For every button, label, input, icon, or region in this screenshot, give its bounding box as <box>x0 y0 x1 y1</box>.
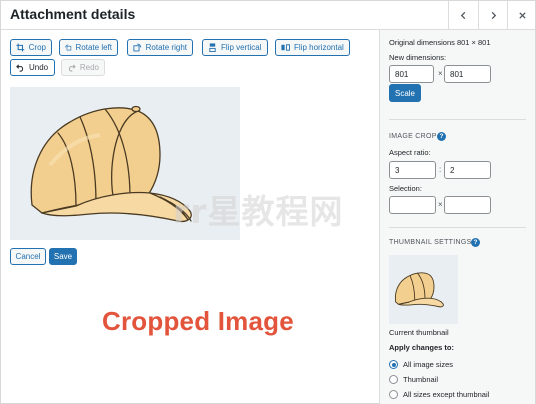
option-all-except-thumbnail[interactable]: All sizes except thumbnail <box>389 390 489 399</box>
rotate-left-icon <box>65 44 72 51</box>
cancel-button[interactable]: Cancel <box>10 248 46 265</box>
modal-header: Attachment details <box>1 1 535 30</box>
selection-width-input[interactable] <box>389 196 436 214</box>
flip-horizontal-icon <box>281 44 290 51</box>
save-button[interactable]: Save <box>49 248 77 265</box>
radio-button[interactable] <box>389 360 398 369</box>
crop-button[interactable]: Crop <box>10 39 52 56</box>
undo-button[interactable]: Undo <box>10 59 55 76</box>
scale-button[interactable]: Scale <box>389 84 421 102</box>
rotate-right-label: Rotate right <box>145 43 187 52</box>
current-thumbnail-image <box>389 255 458 324</box>
image-edit-sidebar: Original dimensions 801 × 801 New dimens… <box>379 30 535 404</box>
divider <box>389 227 526 228</box>
redo-label: Redo <box>79 63 99 72</box>
redo-icon <box>68 64 76 72</box>
chevron-right-icon <box>491 11 496 20</box>
rotate-left-label: Rotate left <box>75 43 112 52</box>
option-label: All image sizes <box>403 360 454 369</box>
flip-horizontal-button[interactable]: Flip horizontal <box>275 39 350 56</box>
option-all-image-sizes[interactable]: All image sizes <box>389 360 453 369</box>
close-button[interactable] <box>507 1 536 30</box>
redo-button[interactable]: Redo <box>61 59 105 76</box>
scale-width-input[interactable]: 801 <box>389 65 434 83</box>
close-icon <box>518 12 526 19</box>
help-icon[interactable]: ? <box>471 238 480 247</box>
image-crop-heading: IMAGE CROP <box>389 133 437 140</box>
option-label: Thumbnail <box>403 375 439 384</box>
selection-times-separator: × <box>438 200 443 209</box>
undo-label: Undo <box>29 63 49 72</box>
option-label: All sizes except thumbnail <box>403 390 490 399</box>
original-dimensions: Original dimensions 801 × 801 <box>389 38 491 47</box>
rotate-left-button[interactable]: Rotate left <box>59 39 118 56</box>
flip-horizontal-label: Flip horizontal <box>294 43 344 52</box>
new-dimensions-label: New dimensions: <box>389 53 447 62</box>
colon-separator: : <box>439 165 442 174</box>
flip-vertical-icon <box>209 43 216 52</box>
scale-height-input[interactable]: 801 <box>444 65 491 83</box>
option-thumbnail[interactable]: Thumbnail <box>389 375 438 384</box>
watermark: rr星教程网 <box>173 192 344 231</box>
help-icon[interactable]: ? <box>437 132 446 141</box>
cap-thumbnail <box>394 272 444 308</box>
current-thumbnail-label: Current thumbnail <box>389 328 449 337</box>
divider <box>389 119 526 120</box>
undo-icon <box>16 64 24 72</box>
aspect-ratio-height-input[interactable]: 2 <box>444 161 491 179</box>
radio-button[interactable] <box>389 375 398 384</box>
selection-label: Selection: <box>389 184 422 193</box>
next-button[interactable] <box>478 1 507 30</box>
rotate-right-button[interactable]: Rotate right <box>127 39 193 56</box>
times-separator: × <box>438 69 443 78</box>
apply-changes-label: Apply changes to: <box>389 343 455 352</box>
attachment-details-modal: Attachment details Crop Rotate left Rota… <box>0 0 536 404</box>
aspect-ratio-label: Aspect ratio: <box>389 148 431 157</box>
selection-height-input[interactable] <box>444 196 491 214</box>
previous-button[interactable] <box>448 1 477 30</box>
cropped-image-caption: Cropped Image <box>102 306 294 336</box>
chevron-left-icon <box>460 11 465 20</box>
modal-title: Attachment details <box>10 6 136 22</box>
rotate-right-icon <box>133 43 142 52</box>
radio-button[interactable] <box>389 390 398 399</box>
thumbnail-settings-heading: THUMBNAIL SETTINGS <box>389 239 472 246</box>
flip-vertical-label: Flip vertical <box>221 43 262 52</box>
crop-icon <box>16 43 25 52</box>
aspect-ratio-width-input[interactable]: 3 <box>389 161 436 179</box>
flip-vertical-button[interactable]: Flip vertical <box>202 39 268 56</box>
crop-label: Crop <box>28 43 46 52</box>
